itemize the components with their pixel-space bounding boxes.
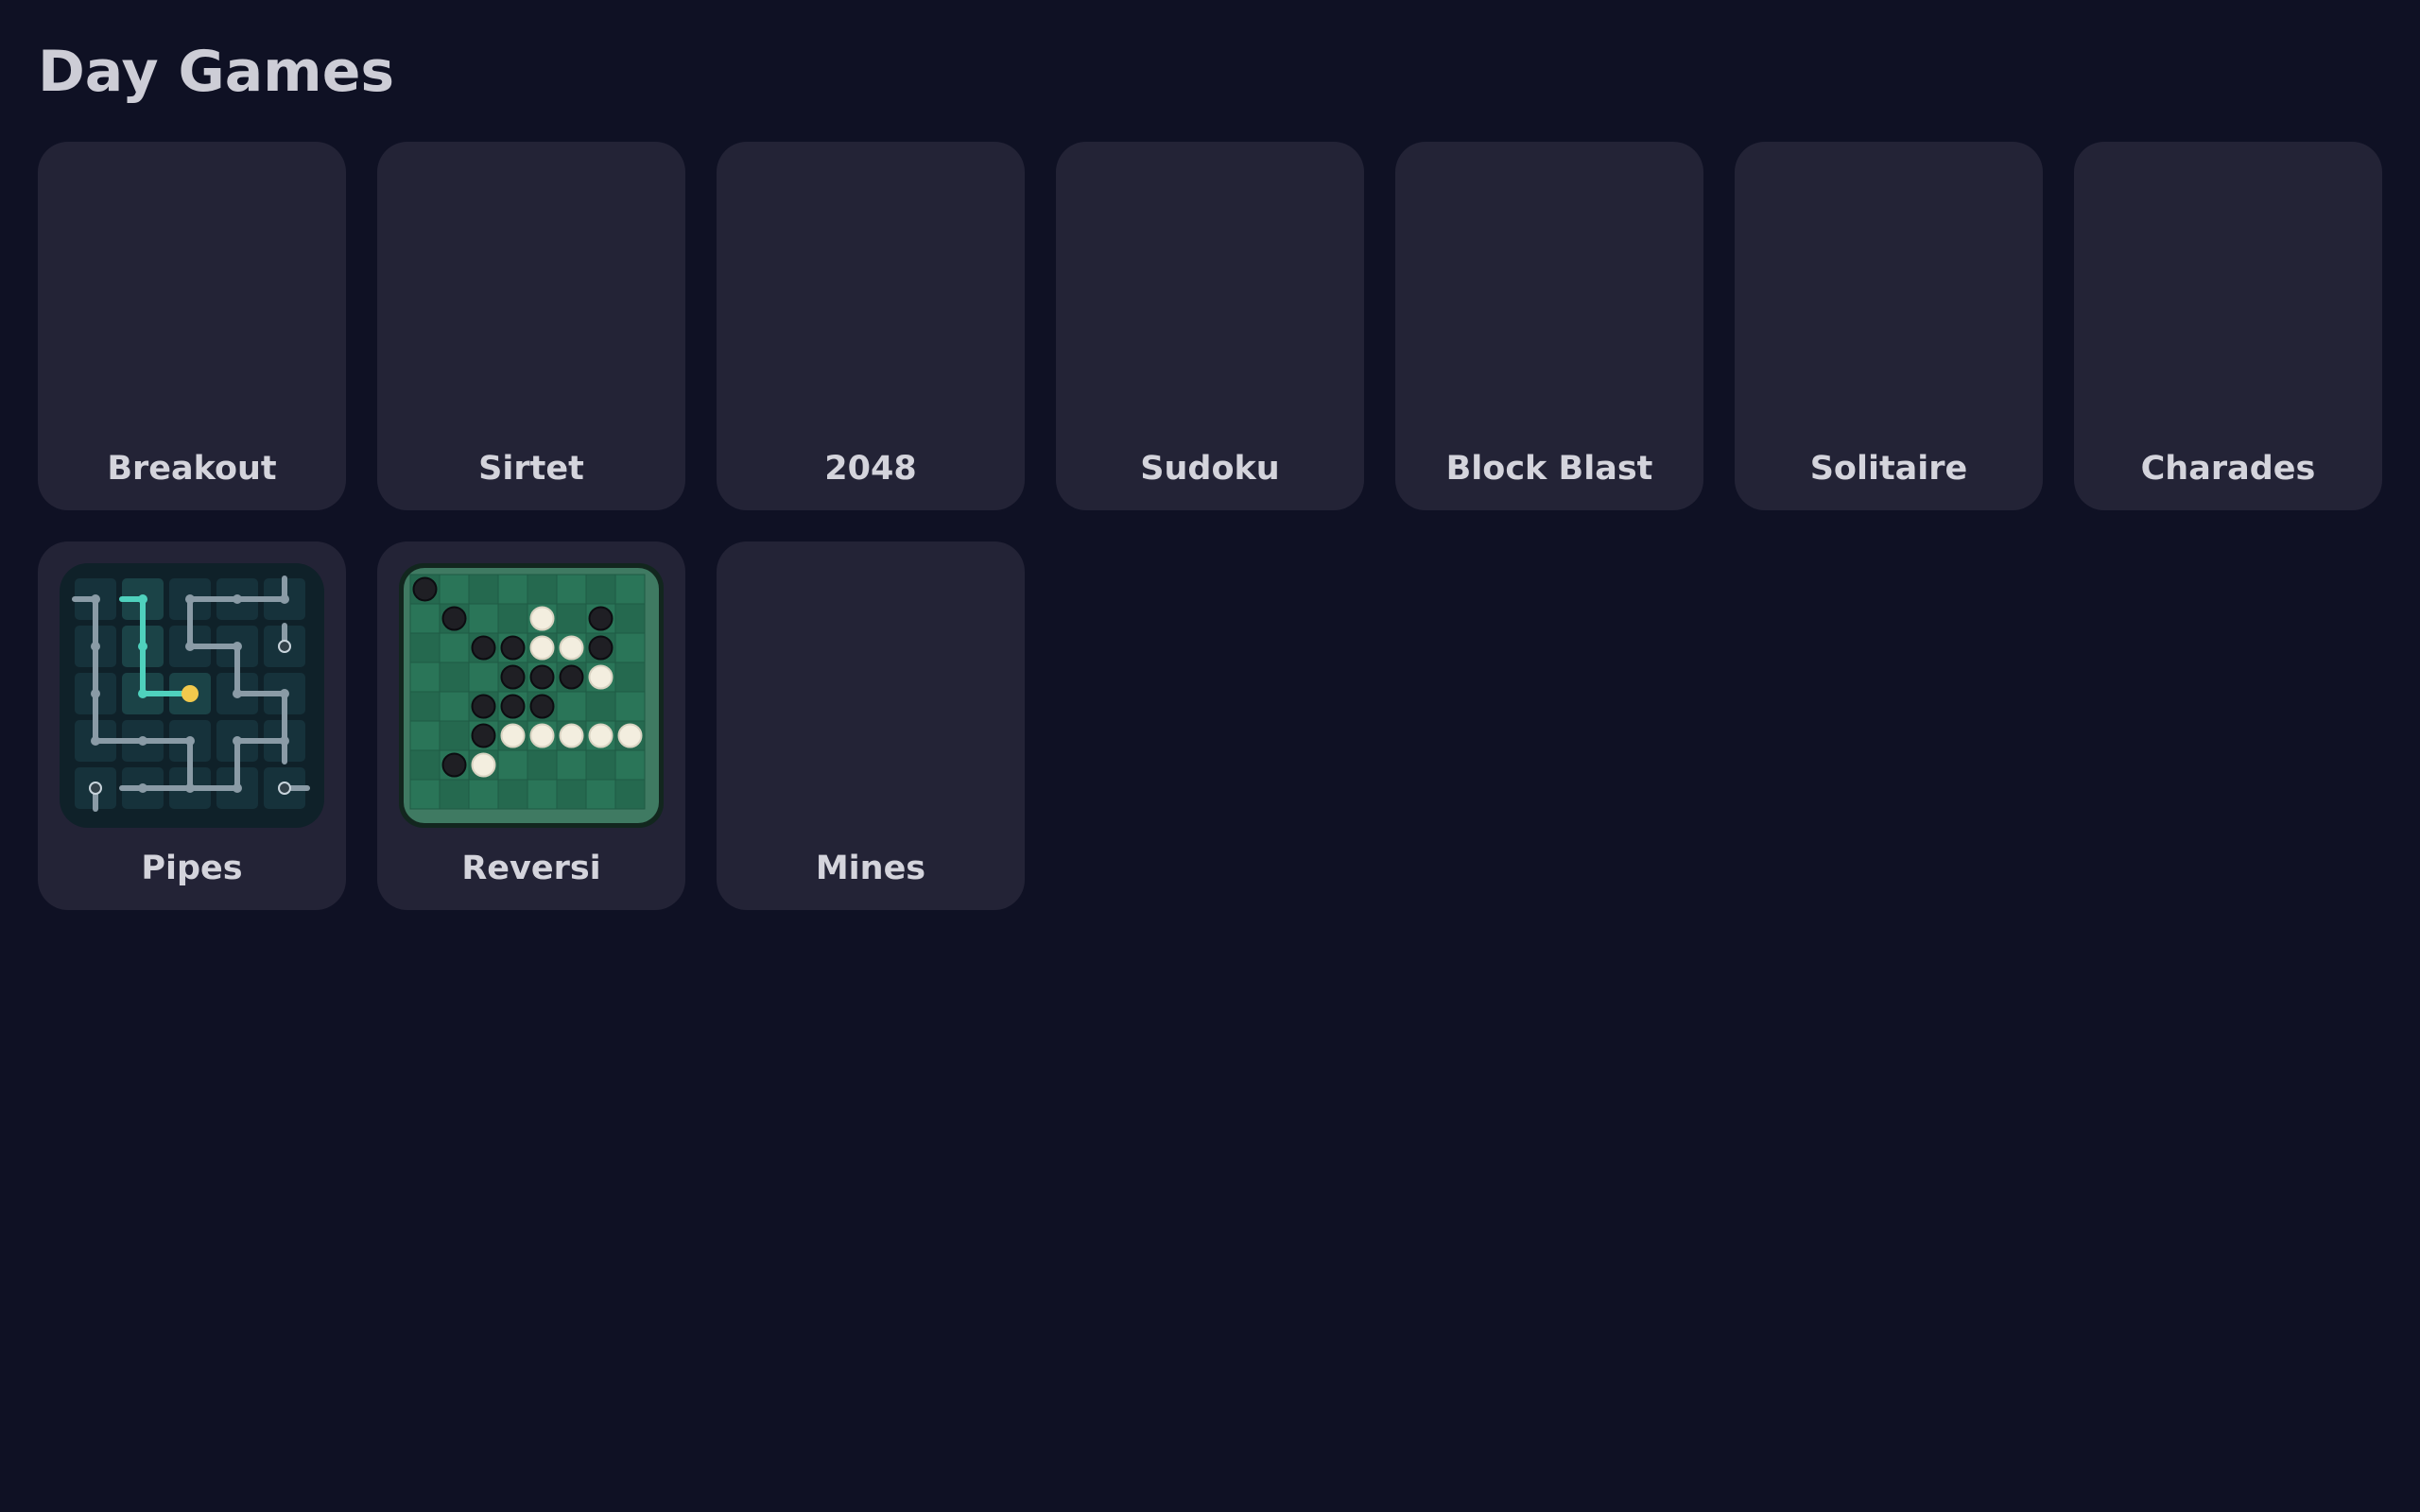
game-card-label: Sirtet [478,450,584,488]
reversi-black-piece [412,576,438,602]
reversi-white-piece [529,606,555,631]
game-card-label: Solitaire [1809,450,1968,488]
reversi-white-piece [588,723,614,748]
reversi-black-piece [529,694,555,719]
reversi-black-piece [529,664,555,690]
games-grid: Breakout Sirtet 2048 Sudoku Block Blast … [38,142,2382,910]
game-card-sudoku[interactable]: Sudoku [1056,142,1364,510]
game-card-label: Pipes [141,850,243,887]
game-card-label: Sudoku [1140,450,1280,488]
game-card-2048[interactable]: 2048 [717,142,1025,510]
game-card-label: Charades [2140,450,2316,488]
game-card-charades[interactable]: Charades [2074,142,2382,510]
game-card-label: Reversi [461,850,601,887]
reversi-white-piece [617,723,643,748]
page-title: Day Games [38,39,395,105]
reversi-white-piece [588,664,614,690]
reversi-black-piece [500,635,526,661]
game-card-label: Breakout [107,450,277,488]
reversi-white-piece [471,752,496,778]
game-card-block-blast[interactable]: Block Blast [1395,142,1703,510]
game-card-mines[interactable]: Mines [717,541,1025,910]
reversi-white-piece [500,723,526,748]
day-games-page: Day Games Breakout Sirtet 2048 Sudoku Bl… [0,0,2420,1512]
reversi-black-piece [441,606,467,631]
reversi-black-piece [471,635,496,661]
game-card-sirtet[interactable]: Sirtet [377,142,685,510]
game-card-reversi[interactable]: Reversi [377,541,685,910]
reversi-black-piece [559,664,584,690]
reversi-white-piece [529,723,555,748]
reversi-black-piece [471,723,496,748]
game-card-label: 2048 [824,450,917,488]
reversi-black-piece [588,606,614,631]
reversi-white-piece [559,635,584,661]
game-card-breakout[interactable]: Breakout [38,142,346,510]
game-card-solitaire[interactable]: Solitaire [1735,142,2043,510]
reversi-board-icon [399,563,664,828]
reversi-black-piece [500,664,526,690]
reversi-white-piece [559,723,584,748]
reversi-black-piece [441,752,467,778]
game-card-label: Block Blast [1445,450,1653,488]
game-card-label: Mines [815,850,926,887]
reversi-white-piece [529,635,555,661]
reversi-black-piece [500,694,526,719]
pipes-puzzle-icon [60,563,324,828]
game-card-pipes[interactable]: Pipes [38,541,346,910]
reversi-black-piece [588,635,614,661]
reversi-black-piece [471,694,496,719]
